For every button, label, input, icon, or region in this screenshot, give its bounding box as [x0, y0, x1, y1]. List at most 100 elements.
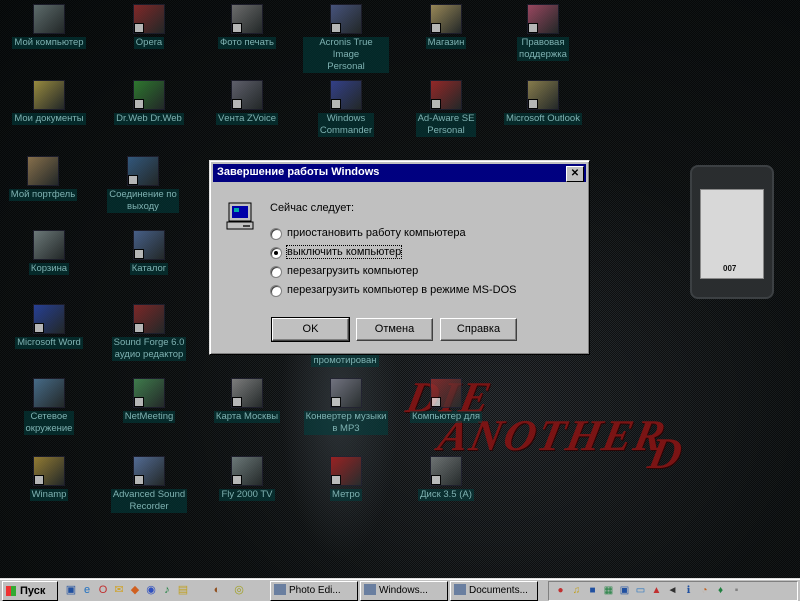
radio-standby[interactable]: [270, 228, 282, 240]
opera-icon[interactable]: O: [96, 583, 110, 597]
help-button[interactable]: Справка: [440, 318, 517, 341]
folder-icon: [364, 584, 376, 595]
acronis-icon: [330, 4, 362, 34]
desktop-icon-label: Acronis True Image Personal: [303, 37, 389, 73]
desktop-icon-label: Sound Forge 6.0 аудио редактор: [111, 337, 187, 361]
desktop-icon-label: Мой компьютер: [12, 37, 86, 49]
desktop-icon-label: Метро: [330, 489, 362, 501]
dialog-title-bar[interactable]: Завершение работы Windows ✕: [213, 164, 586, 182]
desktop-icon-label: Opera: [133, 37, 165, 49]
option-label: перезагрузить компьютер в режиме MS-DOS: [287, 284, 517, 296]
desktop-icon-opera[interactable]: Opera: [106, 4, 192, 49]
desktop-icon-sound-forge[interactable]: Sound Forge 6.0 аудио редактор: [106, 304, 192, 361]
radio-restart[interactable]: [270, 266, 282, 278]
desktop-icon-dialup[interactable]: Соединение по выходу: [100, 156, 186, 213]
desktop-icon-sound-recorder[interactable]: Advanced Sound Recorder: [106, 456, 192, 513]
desktop-icon-winamp[interactable]: Winamp: [6, 456, 92, 501]
taskbar-task[interactable]: Windows...: [360, 581, 448, 601]
option-label: выключить компьютер: [285, 245, 403, 259]
sound-recorder-icon: [133, 456, 165, 486]
desktop-icon-label: Конвертер музыки в MP3: [303, 411, 389, 435]
desktop-icon-my-documents[interactable]: Мои документы: [6, 80, 92, 125]
drweb-icon: [133, 80, 165, 110]
desktop-icon-label: Корзина: [28, 263, 70, 275]
legal-support-icon: [527, 4, 559, 34]
desktop-icon-label: Microsoft Outlook: [504, 113, 582, 125]
outlook-icon[interactable]: ✉: [112, 583, 126, 597]
desktop-icon-label: Правовая поддержка: [517, 37, 569, 61]
option-standby[interactable]: приостановить работу компьютера: [270, 226, 500, 242]
wallpaper-watch: 007: [690, 165, 774, 299]
option-shutdown[interactable]: выключить компьютер: [270, 245, 420, 261]
usb-icon[interactable]: ▪: [731, 585, 742, 596]
option-label: приостановить работу компьютера: [287, 227, 466, 239]
folder-icon[interactable]: ▤: [176, 583, 190, 597]
monitor-icon[interactable]: ▭: [635, 585, 646, 596]
speaker-icon[interactable]: ◄: [667, 585, 678, 596]
desktop-icon-windows-commander[interactable]: Windows Commander: [303, 80, 389, 137]
sound-forge-icon: [133, 304, 165, 334]
ok-button[interactable]: OK: [271, 317, 350, 342]
desktop-icon-label: NetMeeting: [122, 411, 176, 423]
desktop-icon-recycle-bin[interactable]: Корзина: [6, 230, 92, 275]
taskbar-task[interactable]: Documents...: [450, 581, 538, 601]
desktop-icon-floppy[interactable]: Диск 3.5 (A): [403, 456, 489, 501]
option-restart[interactable]: перезагрузить компьютер: [270, 264, 450, 280]
desktop-icon-computer-for[interactable]: Компьютер для: [403, 378, 489, 423]
option-restart-msdos[interactable]: перезагрузить компьютер в режиме MS-DOS: [270, 283, 540, 299]
channels-icon[interactable]: ◆: [128, 583, 142, 597]
desktop-icon-photo-print[interactable]: Фото печать: [204, 4, 290, 49]
desktop-icon[interactable]: ▣: [64, 583, 78, 597]
clock-icon[interactable]: ◔: [699, 585, 710, 596]
network-icon[interactable]: ■: [587, 585, 598, 596]
desktop-icon-shop[interactable]: Магазин: [403, 4, 489, 49]
desktop-icon-briefcase[interactable]: Мой портфель: [0, 156, 86, 201]
netmeeting-icon: [133, 378, 165, 408]
computer-for-icon: [430, 378, 462, 408]
antivirus-icon[interactable]: ●: [555, 585, 566, 596]
desktop-icon-netmeeting[interactable]: NetMeeting: [106, 378, 192, 423]
radio-restart-msdos[interactable]: [270, 285, 282, 297]
desktop-icon-label: Фото печать: [218, 37, 276, 49]
desktop-icon-ad-aware[interactable]: Ad-Aware SE Personal: [403, 80, 489, 137]
sound-icon[interactable]: ♫: [571, 585, 582, 596]
desktop-icon-my-computer[interactable]: Мой компьютер: [6, 4, 92, 49]
alert-icon[interactable]: ▲: [651, 585, 662, 596]
close-button[interactable]: ✕: [566, 166, 584, 182]
desktop-icon-acronis[interactable]: Acronis True Image Personal: [303, 4, 389, 73]
volume-icon[interactable]: ♦: [715, 585, 726, 596]
desktop-icon-network[interactable]: Сетевое окружение: [6, 378, 92, 435]
desktop-icon-outlook[interactable]: Microsoft Outlook: [500, 80, 586, 125]
desktop-icon-label: Windows Commander: [317, 113, 375, 137]
mp3-converter-icon: [330, 378, 362, 408]
desktop-icon-word[interactable]: Microsoft Word: [6, 304, 92, 349]
system-tray: ● ♫ ■ ▦ ▣ ▭ ▲ ◄ ℹ ◔ ♦ ▪: [548, 581, 798, 601]
radio-shutdown[interactable]: [270, 247, 282, 259]
start-button[interactable]: Пуск: [2, 581, 58, 601]
desktop-icon-mp3-converter[interactable]: Конвертер музыки в MP3: [300, 378, 392, 435]
desktop-icon-label: Магазин: [425, 37, 467, 49]
clipboard-icon[interactable]: ◎: [232, 583, 246, 597]
desktop-icon-fly-tv[interactable]: Fly 2000 TV: [204, 456, 290, 501]
taskbar-task[interactable]: Photo Edi...: [270, 581, 358, 601]
desktop-icon-zvoice[interactable]: Vента ZVoice: [204, 80, 290, 125]
internet-explorer-icon[interactable]: e: [80, 583, 94, 597]
keyboard-icon[interactable]: ▦: [603, 585, 614, 596]
desktop-icon-catalog[interactable]: Каталог: [106, 230, 192, 275]
floppy-icon: [430, 456, 462, 486]
desktop-icon-metro[interactable]: Метро: [303, 456, 389, 501]
desktop-icon-moscow-map[interactable]: Карта Москвы: [204, 378, 290, 423]
my-computer-icon: [33, 4, 65, 34]
winamp-icon[interactable]: ♪: [160, 583, 174, 597]
desktop-icon-drweb[interactable]: Dr.Web Dr.Web: [106, 80, 192, 125]
cancel-button[interactable]: Отмена: [356, 318, 433, 341]
desktop-icon-label: Карта Москвы: [213, 411, 281, 423]
lang-icon[interactable]: ▣: [619, 585, 630, 596]
calendar-icon[interactable]: ◐: [210, 583, 224, 597]
media-icon[interactable]: ◉: [144, 583, 158, 597]
desktop-icon-label: Диск 3.5 (A): [418, 489, 474, 501]
desktop-icon-label: Мои документы: [12, 113, 86, 125]
info-icon[interactable]: ℹ: [683, 585, 694, 596]
watch-face: 007: [700, 189, 764, 279]
desktop-icon-legal-support[interactable]: Правовая поддержка: [500, 4, 586, 61]
